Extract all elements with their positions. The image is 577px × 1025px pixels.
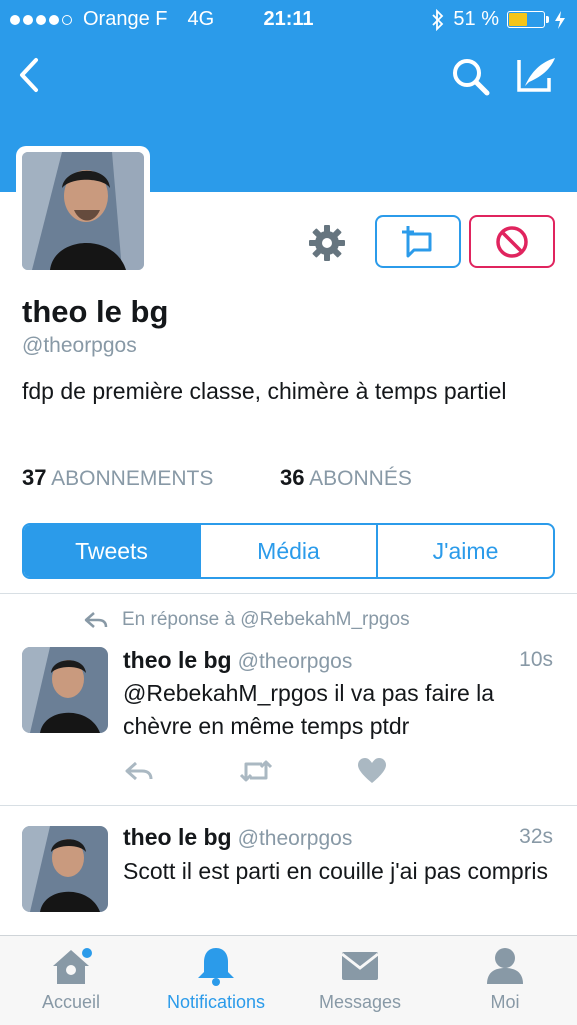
tweet-avatar[interactable] — [22, 647, 108, 733]
tab-notifications[interactable]: Notifications — [156, 944, 276, 1013]
search-icon[interactable] — [451, 57, 491, 97]
bluetooth-icon — [432, 8, 444, 31]
following-stat[interactable]: 37 ABONNEMENTS — [22, 465, 213, 491]
tweet-author-name: theo le bg — [123, 647, 232, 673]
retweet-icon[interactable] — [238, 758, 274, 784]
bell-icon — [198, 948, 234, 986]
battery-percent: 51 % — [453, 8, 499, 30]
tweet-author[interactable]: theo le bg @theorpgos — [123, 824, 352, 851]
avatar-photo — [22, 826, 108, 912]
tweet-timestamp: 32s — [519, 825, 553, 848]
profile-bio: fdp de première classe, chimère à temps … — [22, 378, 507, 404]
direct-message-button[interactable] — [375, 215, 461, 268]
followers-label: ABONNÉS — [309, 467, 412, 490]
profile-handle: @theorpgos — [22, 334, 137, 357]
tweet-author-handle: @theorpgos — [237, 650, 353, 673]
battery-fill — [509, 13, 528, 26]
tab-home[interactable]: Accueil — [11, 944, 131, 1013]
tab-media[interactable]: Média — [199, 525, 376, 577]
tweet-avatar[interactable] — [22, 826, 108, 912]
tweet-author-handle: @theorpgos — [237, 827, 353, 850]
charging-icon — [555, 10, 565, 29]
status-right: 51 % — [431, 8, 567, 31]
message-plus-icon — [402, 225, 432, 257]
divider — [0, 805, 577, 806]
following-label: ABONNEMENTS — [51, 467, 214, 490]
avatar-photo — [22, 152, 144, 270]
avatar-photo — [22, 647, 108, 733]
tweet-author[interactable]: theo le bg @theorpgos — [123, 647, 352, 674]
tab-likes[interactable]: J'aime — [376, 525, 553, 577]
envelope-icon — [341, 952, 379, 980]
tweet-timestamp: 10s — [519, 648, 553, 671]
reply-icon[interactable] — [124, 760, 154, 782]
tweet-text: @RebekahM_rpgos il va pas faire la chèvr… — [123, 680, 495, 739]
tweet-text: Scott il est parti en couille j'ai pas c… — [123, 858, 548, 884]
followers-count: 36 — [280, 465, 305, 490]
reply-context[interactable]: En réponse à @RebekahM_rpgos — [84, 609, 410, 631]
gear-icon[interactable] — [308, 224, 346, 262]
profile-tabs: Tweets Média J'aime — [22, 523, 555, 579]
tab-label: Notifications — [166, 992, 266, 1012]
person-icon — [487, 948, 523, 984]
block-icon — [496, 225, 528, 258]
tab-me[interactable]: Moi — [445, 944, 565, 1013]
like-icon[interactable] — [358, 758, 386, 784]
tab-label: Accueil — [41, 992, 101, 1012]
tab-messages[interactable]: Messages — [300, 944, 420, 1013]
tab-label: Moi — [490, 992, 520, 1012]
compose-tweet-icon[interactable] — [515, 54, 559, 96]
status-bar: Orange F 4G 21:11 51 % — [0, 0, 577, 40]
home-icon — [53, 948, 92, 984]
tab-tweets[interactable]: Tweets — [24, 525, 199, 577]
divider — [0, 593, 577, 594]
back-icon[interactable] — [16, 56, 40, 94]
reply-icon — [84, 612, 108, 628]
bottom-tab-bar: Accueil Notifications Messages Moi — [0, 935, 577, 1025]
reply-context-text: En réponse à @RebekahM_rpgos — [122, 609, 410, 630]
following-count: 37 — [22, 465, 47, 490]
block-button[interactable] — [469, 215, 555, 268]
tab-label: Messages — [318, 992, 402, 1012]
battery-icon — [507, 11, 549, 28]
profile-avatar[interactable] — [16, 146, 150, 276]
tweet-author-name: theo le bg — [123, 824, 232, 850]
profile-name: theo le bg — [22, 294, 169, 329]
followers-stat[interactable]: 36 ABONNÉS — [280, 465, 412, 491]
